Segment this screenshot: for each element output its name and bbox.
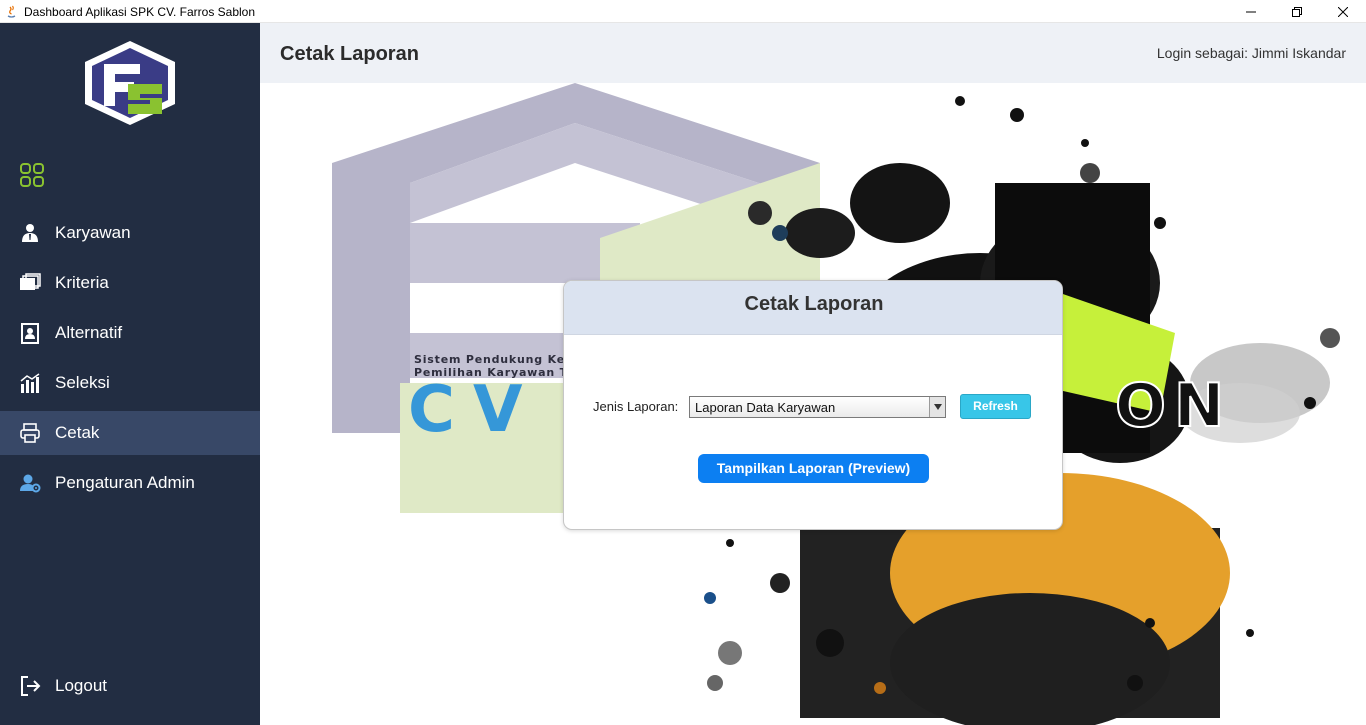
- user-settings-icon: [20, 474, 41, 493]
- minimize-icon: [1246, 11, 1256, 12]
- window-title: Dashboard Aplikasi SPK CV. Farros Sablon: [24, 5, 256, 19]
- person-icon: [22, 224, 38, 242]
- logout-icon: [21, 676, 41, 696]
- chevron-down-icon[interactable]: [929, 397, 945, 417]
- refresh-button[interactable]: Refresh: [960, 394, 1031, 419]
- background-subtitle-line1: Sistem Pendukung Kepu: [414, 353, 583, 366]
- window-titlebar: Dashboard Aplikasi SPK CV. Farros Sablon: [0, 0, 1366, 23]
- sidebar-item-seleksi[interactable]: Seleksi: [0, 361, 260, 405]
- folders-icon: [20, 273, 41, 290]
- preview-report-button[interactable]: Tampilkan Laporan (Preview): [698, 454, 929, 483]
- sidebar-item-kriteria[interactable]: Kriteria: [0, 261, 260, 305]
- sidebar-item-alternatif[interactable]: Alternatif: [0, 311, 260, 355]
- logout-button[interactable]: Logout: [0, 664, 260, 708]
- minimize-button[interactable]: [1228, 0, 1274, 23]
- report-dialog: Cetak Laporan Jenis Laporan: Laporan Dat…: [563, 280, 1063, 530]
- close-button[interactable]: [1320, 0, 1366, 23]
- close-icon: [1338, 6, 1348, 17]
- dialog-title: Cetak Laporan: [744, 293, 884, 315]
- sidebar-item-label: Seleksi: [55, 373, 110, 392]
- sidebar-item-label: Cetak: [55, 423, 100, 442]
- restore-button[interactable]: [1274, 0, 1320, 23]
- bar-chart-icon: [20, 373, 40, 393]
- svg-text:ON: ON: [1115, 371, 1232, 441]
- report-type-label: Jenis Laporan:: [593, 399, 679, 414]
- sidebar: Karyawan Kriteria Alternatif Seleksi Cet…: [0, 23, 260, 725]
- dialog-header: Cetak Laporan: [564, 281, 1062, 335]
- page-header: Cetak Laporan Login sebagai: Jimmi Iskan…: [260, 23, 1366, 83]
- fs-logo-icon: [85, 41, 175, 125]
- sidebar-item-cetak[interactable]: Cetak: [0, 411, 260, 455]
- sidebar-item-label: Kriteria: [55, 273, 109, 292]
- sidebar-item-label: Alternatif: [55, 323, 123, 342]
- java-app-icon: [7, 5, 16, 18]
- logout-label: Logout: [55, 676, 107, 695]
- page-title: Cetak Laporan: [280, 43, 419, 65]
- id-card-icon: [21, 323, 39, 344]
- report-type-select[interactable]: Laporan Data Karyawan: [689, 396, 946, 418]
- sidebar-item-pengaturan-admin[interactable]: Pengaturan Admin: [0, 461, 260, 505]
- login-info: Login sebagai: Jimmi Iskandar: [1156, 45, 1346, 61]
- printer-icon: [20, 423, 40, 443]
- report-type-value: Laporan Data Karyawan: [695, 400, 836, 415]
- sidebar-item-label: Karyawan: [55, 223, 131, 242]
- dashboard-grid-icon[interactable]: [19, 162, 45, 188]
- restore-icon: [1292, 6, 1302, 17]
- sidebar-item-karyawan[interactable]: Karyawan: [0, 211, 260, 255]
- sidebar-item-label: Pengaturan Admin: [55, 473, 195, 492]
